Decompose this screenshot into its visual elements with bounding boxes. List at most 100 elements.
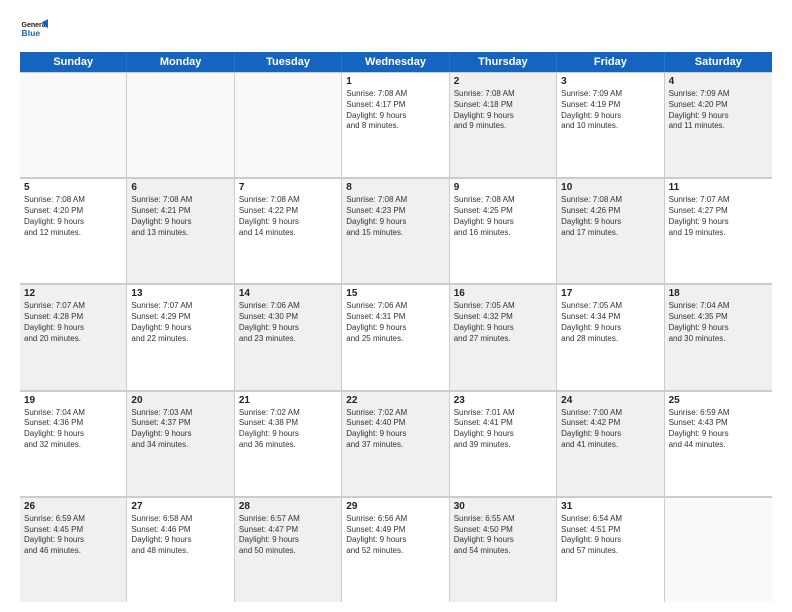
calendar-row-4: 19 Sunrise: 7:04 AM Sunset: 4:36 PM Dayli… [20, 391, 772, 497]
day-info: Sunrise: 7:08 AM Sunset: 4:18 PM Dayligh… [454, 89, 552, 132]
day-number: 4 [669, 76, 768, 87]
calendar-header: SundayMondayTuesdayWednesdayThursdayFrid… [20, 52, 772, 72]
day-number: 16 [454, 288, 552, 299]
day-info: Sunrise: 7:01 AM Sunset: 4:41 PM Dayligh… [454, 408, 552, 451]
day-number: 24 [561, 395, 659, 406]
day-number: 14 [239, 288, 337, 299]
weekday-header-thursday: Thursday [450, 52, 557, 72]
calendar-cell: 7 Sunrise: 7:08 AM Sunset: 4:22 PM Daylig… [235, 178, 342, 283]
calendar-cell: 2Sunrise: 7:08 AM Sunset: 4:18 PM Daylig… [450, 72, 557, 177]
calendar-cell: 12 Sunrise: 7:07 AM Sunset: 4:28 PM Dayli… [20, 284, 127, 389]
calendar-row-3: 12 Sunrise: 7:07 AM Sunset: 4:28 PM Dayli… [20, 284, 772, 390]
day-info: Sunrise: 7:07 AM Sunset: 4:28 PM Dayligh… [24, 301, 122, 344]
day-info: Sunrise: 6:57 AM Sunset: 4:47 PM Dayligh… [239, 514, 337, 557]
day-info: Sunrise: 7:04 AM Sunset: 4:36 PM Dayligh… [24, 408, 122, 451]
day-number: 31 [561, 501, 659, 512]
day-number: 7 [239, 182, 337, 193]
calendar-cell: 14Sunrise: 7:06 AM Sunset: 4:30 PM Dayli… [235, 284, 342, 389]
day-info: Sunrise: 6:59 AM Sunset: 4:45 PM Dayligh… [24, 514, 122, 557]
day-info: Sunrise: 7:06 AM Sunset: 4:31 PM Dayligh… [346, 301, 444, 344]
day-number: 10 [561, 182, 659, 193]
day-number: 11 [669, 182, 768, 193]
calendar-cell: 27 Sunrise: 6:58 AM Sunset: 4:46 PM Dayli… [127, 497, 234, 602]
day-number: 17 [561, 288, 659, 299]
day-number: 23 [454, 395, 552, 406]
day-number: 13 [131, 288, 229, 299]
day-number: 21 [239, 395, 337, 406]
day-info: Sunrise: 7:05 AM Sunset: 4:32 PM Dayligh… [454, 301, 552, 344]
calendar-cell: 25Sunrise: 6:59 AM Sunset: 4:43 PM Dayli… [665, 391, 772, 496]
calendar-cell: 1 Sunrise: 7:08 AM Sunset: 4:17 PM Daylig… [342, 72, 449, 177]
day-info: Sunrise: 7:07 AM Sunset: 4:27 PM Dayligh… [669, 195, 768, 238]
day-info: Sunrise: 7:00 AM Sunset: 4:42 PM Dayligh… [561, 408, 659, 451]
day-info: Sunrise: 7:08 AM Sunset: 4:26 PM Dayligh… [561, 195, 659, 238]
calendar-cell: 15 Sunrise: 7:06 AM Sunset: 4:31 PM Dayli… [342, 284, 449, 389]
calendar-cell: 18 Sunrise: 7:04 AM Sunset: 4:35 PM Dayli… [665, 284, 772, 389]
weekday-header-saturday: Saturday [665, 52, 772, 72]
calendar-cell: 31 Sunrise: 6:54 AM Sunset: 4:51 PM Dayli… [557, 497, 664, 602]
day-info: Sunrise: 7:08 AM Sunset: 4:22 PM Dayligh… [239, 195, 337, 238]
day-info: Sunrise: 7:05 AM Sunset: 4:34 PM Dayligh… [561, 301, 659, 344]
day-info: Sunrise: 7:08 AM Sunset: 4:20 PM Dayligh… [24, 195, 122, 238]
day-number: 30 [454, 501, 552, 512]
day-number: 19 [24, 395, 122, 406]
calendar-cell: 8 Sunrise: 7:08 AM Sunset: 4:23 PM Daylig… [342, 178, 449, 283]
calendar-body: 1 Sunrise: 7:08 AM Sunset: 4:17 PM Daylig… [20, 72, 772, 602]
day-number: 5 [24, 182, 122, 193]
day-number: 29 [346, 501, 444, 512]
weekday-header-tuesday: Tuesday [235, 52, 342, 72]
day-number: 20 [131, 395, 229, 406]
day-info: Sunrise: 6:59 AM Sunset: 4:43 PM Dayligh… [669, 408, 768, 451]
day-number: 6 [131, 182, 229, 193]
calendar-cell [665, 497, 772, 602]
day-number: 9 [454, 182, 552, 193]
calendar-row-1: 1 Sunrise: 7:08 AM Sunset: 4:17 PM Daylig… [20, 72, 772, 178]
header: General Blue [20, 16, 772, 44]
calendar-cell: 5 Sunrise: 7:08 AM Sunset: 4:20 PM Daylig… [20, 178, 127, 283]
day-number: 22 [346, 395, 444, 406]
calendar-cell [235, 72, 342, 177]
calendar-cell: 4 Sunrise: 7:09 AM Sunset: 4:20 PM Daylig… [665, 72, 772, 177]
day-info: Sunrise: 7:09 AM Sunset: 4:20 PM Dayligh… [669, 89, 768, 132]
day-info: Sunrise: 6:54 AM Sunset: 4:51 PM Dayligh… [561, 514, 659, 557]
day-info: Sunrise: 7:04 AM Sunset: 4:35 PM Dayligh… [669, 301, 768, 344]
calendar-cell: 6Sunrise: 7:08 AM Sunset: 4:21 PM Daylig… [127, 178, 234, 283]
calendar-cell: 16 Sunrise: 7:05 AM Sunset: 4:32 PM Dayli… [450, 284, 557, 389]
calendar-cell: 29Sunrise: 6:56 AM Sunset: 4:49 PM Dayli… [342, 497, 449, 602]
calendar-cell: 28 Sunrise: 6:57 AM Sunset: 4:47 PM Dayli… [235, 497, 342, 602]
day-info: Sunrise: 6:55 AM Sunset: 4:50 PM Dayligh… [454, 514, 552, 557]
day-info: Sunrise: 7:02 AM Sunset: 4:38 PM Dayligh… [239, 408, 337, 451]
calendar-cell: 10 Sunrise: 7:08 AM Sunset: 4:26 PM Dayli… [557, 178, 664, 283]
day-number: 15 [346, 288, 444, 299]
day-number: 26 [24, 501, 122, 512]
day-number: 1 [346, 76, 444, 87]
day-info: Sunrise: 7:08 AM Sunset: 4:25 PM Dayligh… [454, 195, 552, 238]
day-number: 8 [346, 182, 444, 193]
calendar-cell: 11 Sunrise: 7:07 AM Sunset: 4:27 PM Dayli… [665, 178, 772, 283]
calendar-cell: 17 Sunrise: 7:05 AM Sunset: 4:34 PM Dayli… [557, 284, 664, 389]
calendar-cell: 24 Sunrise: 7:00 AM Sunset: 4:42 PM Dayli… [557, 391, 664, 496]
day-info: Sunrise: 7:03 AM Sunset: 4:37 PM Dayligh… [131, 408, 229, 451]
day-info: Sunrise: 7:08 AM Sunset: 4:23 PM Dayligh… [346, 195, 444, 238]
day-info: Sunrise: 7:07 AM Sunset: 4:29 PM Dayligh… [131, 301, 229, 344]
calendar: SundayMondayTuesdayWednesdayThursdayFrid… [20, 52, 772, 602]
calendar-cell: 9 Sunrise: 7:08 AM Sunset: 4:25 PM Daylig… [450, 178, 557, 283]
day-number: 3 [561, 76, 659, 87]
day-number: 12 [24, 288, 122, 299]
calendar-row-2: 5 Sunrise: 7:08 AM Sunset: 4:20 PM Daylig… [20, 178, 772, 284]
day-info: Sunrise: 6:58 AM Sunset: 4:46 PM Dayligh… [131, 514, 229, 557]
calendar-cell: 20 Sunrise: 7:03 AM Sunset: 4:37 PM Dayli… [127, 391, 234, 496]
day-info: Sunrise: 7:08 AM Sunset: 4:17 PM Dayligh… [346, 89, 444, 132]
calendar-cell: 23 Sunrise: 7:01 AM Sunset: 4:41 PM Dayli… [450, 391, 557, 496]
day-info: Sunrise: 7:09 AM Sunset: 4:19 PM Dayligh… [561, 89, 659, 132]
day-number: 27 [131, 501, 229, 512]
day-number: 28 [239, 501, 337, 512]
calendar-cell: 3 Sunrise: 7:09 AM Sunset: 4:19 PM Daylig… [557, 72, 664, 177]
calendar-cell: 30 Sunrise: 6:55 AM Sunset: 4:50 PM Dayli… [450, 497, 557, 602]
logo: General Blue [20, 16, 48, 44]
weekday-header-friday: Friday [557, 52, 664, 72]
calendar-cell: 13 Sunrise: 7:07 AM Sunset: 4:29 PM Dayli… [127, 284, 234, 389]
calendar-cell: 26 Sunrise: 6:59 AM Sunset: 4:45 PM Dayli… [20, 497, 127, 602]
day-number: 18 [669, 288, 768, 299]
calendar-cell [127, 72, 234, 177]
